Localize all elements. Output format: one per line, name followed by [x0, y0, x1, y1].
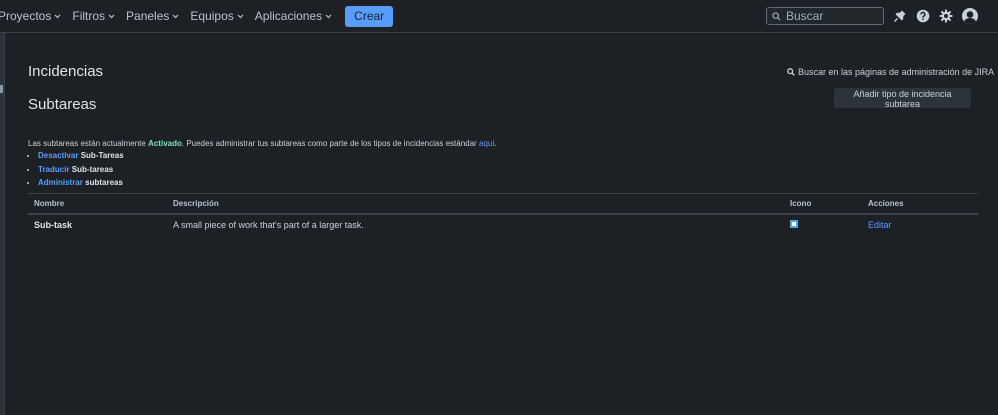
search-icon: [772, 11, 781, 21]
nav-projects[interactable]: Proyectos: [0, 9, 61, 23]
chevron-down-icon: [325, 14, 332, 18]
nav-filters-label: Filtros: [72, 9, 106, 23]
column-header-name: Nombre: [28, 193, 167, 215]
nav-filters[interactable]: Filtros: [72, 9, 115, 23]
deactivate-subtasks-text: Sub-Tareas: [78, 151, 124, 160]
chevron-down-icon: [108, 14, 115, 18]
page-title: Incidencias: [28, 63, 104, 80]
left-sidebar-collapsed[interactable]: [0, 33, 5, 415]
search-input[interactable]: [786, 9, 876, 23]
chevron-down-icon: [54, 14, 61, 18]
subtask-actions-list: Desactivar Sub-Tareas Traducir Sub-tarea…: [28, 149, 124, 190]
create-button[interactable]: Crear: [345, 5, 394, 27]
chevron-down-icon: [237, 14, 244, 18]
add-subtask-type-button[interactable]: Añadir tipo de incidencia subtarea: [834, 88, 971, 109]
nav-teams-label: Equipos: [190, 9, 234, 23]
desc-middle: . Puedes administrar tus subtareas como …: [181, 139, 479, 148]
chevron-down-icon: [172, 14, 179, 18]
nav-projects-label: Proyectos: [0, 9, 52, 23]
status-active: Activado: [148, 139, 182, 148]
manage-subtasks-link[interactable]: Administrar: [38, 178, 83, 187]
user-avatar-icon: [963, 11, 977, 24]
subtask-icon: [790, 220, 798, 228]
list-item: Traducir Sub-tareas: [38, 163, 124, 177]
nav-teams[interactable]: Equipos: [190, 9, 244, 23]
subtask-types-table: Nombre Descripción Icono Acciones Sub-ta…: [28, 193, 978, 235]
translate-subtasks-link[interactable]: Traducir: [38, 165, 70, 174]
subtask-name-cell: Sub-task: [34, 220, 73, 230]
subtasks-status-text: Las subtareas están actualmente Activado…: [28, 139, 497, 148]
search-field[interactable]: [766, 7, 884, 25]
column-header-description: Descripción: [167, 193, 784, 215]
desc-prefix: Las subtareas están actualmente: [28, 139, 149, 148]
gear-icon[interactable]: [939, 9, 953, 23]
avatar[interactable]: [962, 8, 978, 24]
subtask-icon-cell: [784, 214, 862, 235]
desc-suffix: .: [494, 139, 497, 148]
translate-subtasks-text: Sub-tareas: [69, 164, 114, 174]
edit-link[interactable]: Editar: [868, 220, 892, 230]
column-header-icon: Icono: [784, 193, 862, 215]
table-row: Sub-task A small piece of work that's pa…: [28, 214, 978, 235]
manage-subtasks-text: subtareas: [82, 178, 123, 187]
table-header-row: Nombre Descripción Icono Acciones: [28, 193, 978, 215]
section-title: Subtareas: [28, 96, 97, 113]
notifications-icon[interactable]: [893, 9, 907, 23]
admin-search-link[interactable]: Buscar en las páginas de administración …: [787, 67, 994, 77]
nav-dashboards-label: Paneles: [126, 9, 170, 23]
list-item: Administrar subtareas: [38, 176, 124, 190]
subtask-description-cell: A small piece of work that's part of a l…: [173, 220, 364, 230]
nav-apps-label: Aplicaciones: [254, 9, 323, 23]
top-navigation-bar: Proyectos Filtros Paneles Equipos Aplica…: [0, 0, 998, 33]
manage-here-link[interactable]: aquí: [479, 139, 495, 148]
column-header-actions: Acciones: [862, 193, 978, 215]
admin-search-label: Buscar en las páginas de administración …: [798, 67, 995, 77]
main-nav: Proyectos Filtros Paneles Equipos Aplica…: [0, 0, 394, 32]
nav-dashboards[interactable]: Paneles: [126, 9, 179, 23]
nav-apps[interactable]: Aplicaciones: [255, 9, 332, 23]
search-icon: [787, 68, 795, 76]
sidebar-toggle-handle[interactable]: [0, 85, 3, 93]
list-item: Desactivar Sub-Tareas: [38, 149, 124, 163]
help-icon[interactable]: [916, 9, 930, 23]
subtask-actions-cell: Editar: [862, 214, 978, 235]
deactivate-subtasks-link[interactable]: Desactivar: [38, 151, 78, 160]
